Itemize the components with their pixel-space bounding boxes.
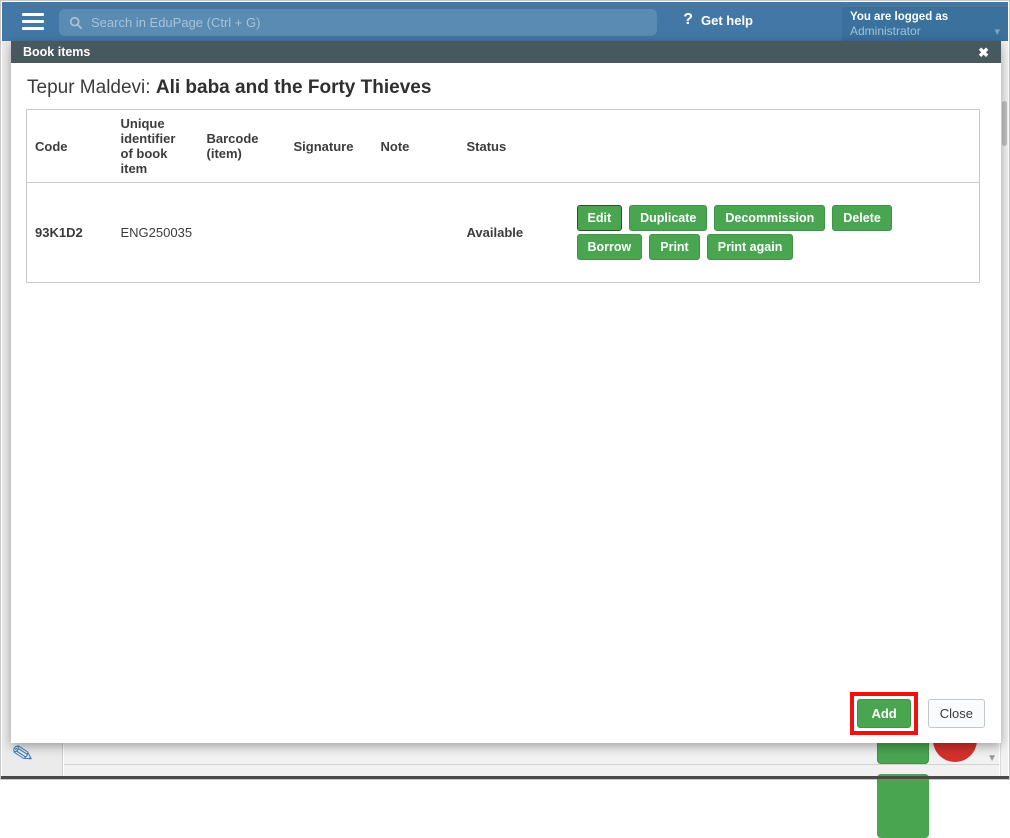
user-role: Administrator xyxy=(850,24,1000,38)
help-icon: ? xyxy=(683,11,693,29)
col-barcode: Barcode (item) xyxy=(207,131,278,161)
chevron-down-icon: ▾ xyxy=(994,25,1000,38)
add-button[interactable]: Add xyxy=(857,699,910,728)
user-menu[interactable]: You are logged as Administrator ▾ xyxy=(842,7,1008,44)
search-icon xyxy=(69,16,83,30)
item-unique-id: ENG250035 xyxy=(113,183,199,283)
col-signature: Signature xyxy=(294,139,365,154)
window-bottom-edge xyxy=(1,776,1009,779)
duplicate-button[interactable]: Duplicate xyxy=(629,205,707,231)
print-button[interactable]: Print xyxy=(649,234,699,260)
scroll-down-icon[interactable]: ▼ xyxy=(987,753,997,764)
modal-title: Book items xyxy=(23,45,90,59)
col-status: Status xyxy=(467,139,561,154)
book-items-table: Code Unique identifier of book item Barc… xyxy=(26,109,980,283)
row-actions: Edit Duplicate Decommission Delete Borro… xyxy=(577,202,892,263)
col-code: Code xyxy=(35,139,105,154)
topbar: ? Get help You are logged as Administrat… xyxy=(2,2,1008,41)
modal-body: Tepur Maldevi: Ali baba and the Forty Th… xyxy=(11,63,1001,743)
page-title: Tepur Maldevi: Ali baba and the Forty Th… xyxy=(27,77,431,99)
book-title: Ali baba and the Forty Thieves xyxy=(156,77,432,98)
close-icon[interactable]: ✖ xyxy=(978,46,989,59)
vertical-scrollbar[interactable] xyxy=(1000,41,1008,776)
book-items-modal: Book items ✖ Tepur Maldevi: Ali baba and… xyxy=(11,41,1001,743)
item-barcode xyxy=(199,183,286,283)
status-badge: Available xyxy=(459,183,569,283)
decommission-button[interactable]: Decommission xyxy=(714,205,825,231)
col-unique-identifier: Unique identifier of book item xyxy=(121,116,191,176)
item-code: 93K1D2 xyxy=(27,183,113,283)
table-header-row: Code Unique identifier of book item Barc… xyxy=(27,110,980,183)
get-help-button[interactable]: ? Get help xyxy=(683,11,753,29)
borrow-button[interactable]: Borrow xyxy=(577,234,643,260)
delete-button[interactable]: Delete xyxy=(832,205,892,231)
col-note: Note xyxy=(381,139,451,154)
items-button-partial xyxy=(877,774,929,838)
divider xyxy=(64,764,999,765)
get-help-label: Get help xyxy=(701,13,753,28)
search-input[interactable] xyxy=(91,15,647,30)
modal-footer: Add Close xyxy=(850,692,985,735)
close-button[interactable]: Close xyxy=(928,699,985,728)
search-box[interactable] xyxy=(59,9,657,36)
scrollbar-thumb[interactable] xyxy=(1002,101,1007,146)
modal-header: Book items ✖ xyxy=(11,41,1001,63)
author-name: Tepur Maldevi: xyxy=(27,77,156,98)
item-note xyxy=(373,183,459,283)
edit-button[interactable]: Edit xyxy=(577,205,623,231)
logged-as-label: You are logged as xyxy=(850,11,1000,23)
print-again-button[interactable]: Print again xyxy=(707,234,794,260)
item-signature xyxy=(286,183,373,283)
hamburger-menu-icon[interactable] xyxy=(22,13,44,31)
add-button-highlight: Add xyxy=(850,692,917,735)
table-row: 93K1D2 ENG250035 Available Edit Duplicat… xyxy=(27,183,980,283)
